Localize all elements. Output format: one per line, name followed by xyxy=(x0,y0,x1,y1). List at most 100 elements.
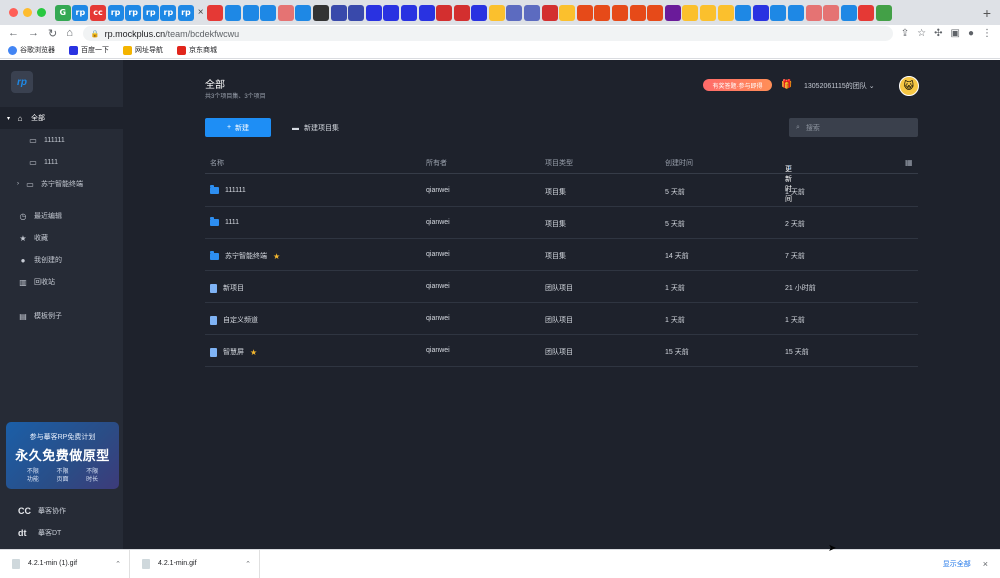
search-input[interactable]: ⌕ 搜索 xyxy=(789,118,918,137)
table-row[interactable]: 苏宁智能终端 ★ qianwei 项目集 14 天前 7 天前 xyxy=(205,239,918,271)
tab-favicon[interactable]: rp xyxy=(160,4,177,21)
grid-view-icon[interactable]: ▦ xyxy=(905,158,913,167)
tab-favicon[interactable] xyxy=(260,4,277,21)
tab-favicon[interactable] xyxy=(559,4,576,21)
tab-favicon[interactable] xyxy=(348,4,365,21)
sidebar-item-favorites[interactable]: ★ 收藏 xyxy=(0,227,123,249)
quiz-badge[interactable]: 有奖答题·参与即得 xyxy=(703,79,772,91)
sidebar-item-all[interactable]: ▾ ⌂ 全部 xyxy=(0,107,123,129)
tab-favicon[interactable] xyxy=(400,4,417,21)
zoom-window-button[interactable] xyxy=(37,8,46,17)
sidepanel-icon[interactable]: ▣ xyxy=(951,28,960,39)
download-item[interactable]: 4.2.1-min.gif ⌃ xyxy=(130,549,260,578)
column-created[interactable]: 创建时间 xyxy=(665,158,693,168)
menu-icon[interactable]: ⋮ xyxy=(982,28,992,39)
avatar[interactable]: 😺 xyxy=(899,76,919,96)
tab-favicon[interactable] xyxy=(664,4,681,21)
new-tab-button[interactable]: + xyxy=(978,5,996,21)
tab-favicon[interactable]: cc xyxy=(89,4,106,21)
sidebar-link-collab[interactable]: CC 摹客协作 xyxy=(18,506,66,516)
new-project-button[interactable]: + 新建 xyxy=(205,118,271,137)
tab-favicon[interactable] xyxy=(330,4,347,21)
star-icon[interactable]: ★ xyxy=(250,348,257,357)
tab-favicon[interactable] xyxy=(770,4,787,21)
tab-favicon[interactable] xyxy=(242,4,259,21)
column-owner[interactable]: 所有者 xyxy=(426,158,447,168)
tab-favicon[interactable] xyxy=(875,4,892,21)
row-name[interactable]: 111111 xyxy=(210,185,246,194)
sidebar-link-dt[interactable]: dt 摹客DT xyxy=(18,528,61,538)
tab-favicon[interactable] xyxy=(647,4,664,21)
tab-favicon[interactable] xyxy=(383,4,400,21)
tab-favicon[interactable] xyxy=(524,4,541,21)
reload-icon[interactable]: ↻ xyxy=(48,27,57,40)
tab-favicon[interactable] xyxy=(700,4,717,21)
star-icon[interactable]: ★ xyxy=(273,252,280,261)
tab-favicon[interactable]: rp xyxy=(142,4,159,21)
table-row[interactable]: 自定义频道 qianwei 团队项目 1 天前 1 天前 xyxy=(205,303,918,335)
column-name[interactable]: 名称 xyxy=(210,158,224,168)
table-row[interactable]: 111111 qianwei 项目集 5 天前 1 天前 xyxy=(205,175,918,207)
tab-favicon[interactable] xyxy=(805,4,822,21)
tab-favicon[interactable] xyxy=(717,4,734,21)
tab-favicon[interactable]: rp xyxy=(72,4,89,21)
forward-icon[interactable]: → xyxy=(28,27,39,40)
table-row[interactable]: 智慧屏 ★ qianwei 团队项目 15 天前 15 天前 xyxy=(205,335,918,367)
sidebar-item-trash[interactable]: ▥ 回收站 xyxy=(0,271,123,293)
tab-favicon[interactable]: rp xyxy=(107,4,124,21)
sidebar-item-templates[interactable]: ▤ 模板例子 xyxy=(0,305,123,327)
show-all-downloads-link[interactable]: 显示全部 xyxy=(943,559,971,569)
sidebar-item-suning[interactable]: › ▭ 苏宁智能终端 xyxy=(0,173,123,195)
bookmark-star-icon[interactable]: ☆ xyxy=(917,28,926,39)
tab-favicon[interactable] xyxy=(823,4,840,21)
sort-desc-icon[interactable]: ↓ xyxy=(788,164,792,171)
close-icon[interactable]: × xyxy=(983,559,988,569)
tab-favicon[interactable] xyxy=(541,4,558,21)
tab-favicon[interactable] xyxy=(471,4,488,21)
tab-favicon[interactable] xyxy=(312,4,329,21)
tab-favicon[interactable] xyxy=(752,4,769,21)
chevron-up-icon[interactable]: ⌃ xyxy=(115,560,121,568)
download-item[interactable]: 4.2.1-min (1).gif ⌃ xyxy=(0,549,130,578)
table-row[interactable]: 1111 qianwei 项目集 5 天前 2 天前 xyxy=(205,207,918,239)
tab-favicon[interactable] xyxy=(787,4,804,21)
tab-favicon[interactable] xyxy=(682,4,699,21)
close-window-button[interactable] xyxy=(9,8,18,17)
tab-favicon[interactable] xyxy=(840,4,857,21)
url-field[interactable]: 🔒 rp.mockplus.cn/team/bcdekfwcwu xyxy=(82,26,893,41)
team-switcher[interactable]: 13052061115的团队 ⌄ xyxy=(804,81,875,91)
extensions-icon[interactable]: ✣ xyxy=(934,28,942,39)
back-icon[interactable]: ← xyxy=(8,27,19,40)
tab-favicon[interactable] xyxy=(506,4,523,21)
row-name[interactable]: 苏宁智能终端 ★ xyxy=(210,250,280,261)
row-name[interactable]: 1111 xyxy=(210,217,239,226)
sidebar-item-1111[interactable]: ▭ 1111 xyxy=(0,151,123,173)
bookmark-baidu[interactable]: 百度一下 xyxy=(69,45,109,55)
minimize-window-button[interactable] xyxy=(23,8,32,17)
tab-favicon[interactable] xyxy=(453,4,470,21)
tab-favicon[interactable] xyxy=(207,4,224,21)
table-row[interactable]: 新项目 qianwei 团队项目 1 天前 21 小时前 xyxy=(205,271,918,303)
tab-favicon[interactable] xyxy=(488,4,505,21)
chevron-right-icon[interactable]: › xyxy=(17,181,19,187)
tab-favicon[interactable]: G xyxy=(54,4,71,21)
tab-favicon[interactable] xyxy=(365,4,382,21)
tab-favicon[interactable] xyxy=(418,4,435,21)
bookmark-jd[interactable]: 京东商城 xyxy=(177,45,217,55)
tab-favicon[interactable] xyxy=(224,4,241,21)
tab-favicon[interactable] xyxy=(295,4,312,21)
gift-icon[interactable]: 🎁 xyxy=(781,79,792,90)
sidebar-item-111111[interactable]: ▭ 111111 xyxy=(0,129,123,151)
tab-favicon[interactable] xyxy=(436,4,453,21)
close-tab-icon[interactable]: × xyxy=(198,7,204,18)
tab-favicon[interactable] xyxy=(594,4,611,21)
bookmark-nav[interactable]: 网址导航 xyxy=(123,45,163,55)
sidebar-item-recent[interactable]: ◷ 最近编辑 xyxy=(0,205,123,227)
profile-icon[interactable]: ● xyxy=(968,28,974,39)
tab-favicon[interactable] xyxy=(277,4,294,21)
chevron-down-icon[interactable]: ▾ xyxy=(7,115,10,122)
tab-favicon[interactable] xyxy=(576,4,593,21)
row-name[interactable]: 智慧屏 ★ xyxy=(210,347,257,357)
promo-banner[interactable]: 参与摹客RP免费计划 永久免费做原型 不限 功能 不限 页面 不限 时长 xyxy=(6,422,119,489)
share-icon[interactable]: ⇪ xyxy=(901,28,909,39)
